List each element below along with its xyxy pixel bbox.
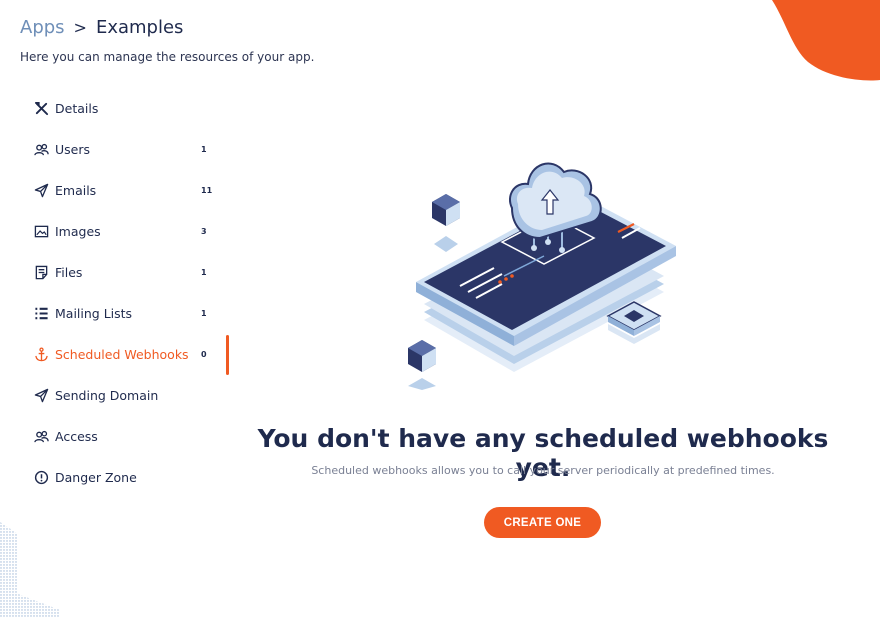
users-icon xyxy=(33,429,49,445)
anchor-icon xyxy=(33,347,49,363)
count-badge: 0 xyxy=(201,350,207,359)
list-icon xyxy=(33,306,49,322)
sidebar-item-danger-zone[interactable]: Danger Zone xyxy=(0,457,232,498)
sidebar-item-label: Details xyxy=(55,101,99,116)
sidebar-item-label: Mailing Lists xyxy=(55,306,133,321)
file-icon xyxy=(33,265,49,281)
sidebar-item-label: Users xyxy=(55,142,91,157)
count-badge: 1 xyxy=(201,309,207,318)
sidebar-item-files[interactable]: Files 1 xyxy=(0,252,232,293)
image-icon xyxy=(33,224,49,240)
alert-circle-icon xyxy=(33,470,49,486)
active-indicator xyxy=(226,335,229,375)
send-icon xyxy=(33,183,49,199)
dot-pattern-decoration xyxy=(0,522,60,617)
sidebar-item-scheduled-webhooks[interactable]: Scheduled Webhooks 0 xyxy=(0,334,232,375)
sidebar-item-label: Scheduled Webhooks xyxy=(55,347,189,362)
sidebar-item-label: Emails xyxy=(55,183,97,198)
sidebar-item-label: Access xyxy=(55,429,98,444)
page-subtitle: Here you can manage the resources of you… xyxy=(20,50,315,64)
sidebar-item-details[interactable]: Details xyxy=(0,88,232,129)
sidebar: Details Users 1 Emails 11 Images 3 Files… xyxy=(0,88,232,498)
sidebar-item-sending-domain[interactable]: Sending Domain xyxy=(0,375,232,416)
count-badge: 1 xyxy=(201,145,207,154)
breadcrumb: Apps > Examples xyxy=(20,17,183,38)
sidebar-item-images[interactable]: Images 3 xyxy=(0,211,232,252)
breadcrumb-separator: > xyxy=(73,18,87,37)
sidebar-item-users[interactable]: Users 1 xyxy=(0,129,232,170)
sidebar-item-label: Danger Zone xyxy=(55,470,137,485)
send-icon xyxy=(33,388,49,404)
breadcrumb-apps-link[interactable]: Apps xyxy=(20,17,65,38)
sidebar-item-label: Files xyxy=(55,265,83,280)
count-badge: 11 xyxy=(201,186,213,195)
count-badge: 1 xyxy=(201,268,207,277)
sidebar-item-emails[interactable]: Emails 11 xyxy=(0,170,232,211)
cloud-phone-illustration xyxy=(408,162,676,390)
empty-state-description: Scheduled webhooks allows you to call yo… xyxy=(311,464,775,477)
count-badge: 3 xyxy=(201,227,207,236)
page-title: Examples xyxy=(95,17,184,38)
corner-decoration xyxy=(770,0,880,81)
tools-icon xyxy=(33,101,49,117)
create-one-button[interactable]: CREATE ONE xyxy=(484,507,601,538)
sidebar-item-label: Images xyxy=(55,224,101,239)
sidebar-item-access[interactable]: Access xyxy=(0,416,232,457)
sidebar-item-label: Sending Domain xyxy=(55,388,159,403)
sidebar-item-mailing-lists[interactable]: Mailing Lists 1 xyxy=(0,293,232,334)
users-icon xyxy=(33,142,49,158)
